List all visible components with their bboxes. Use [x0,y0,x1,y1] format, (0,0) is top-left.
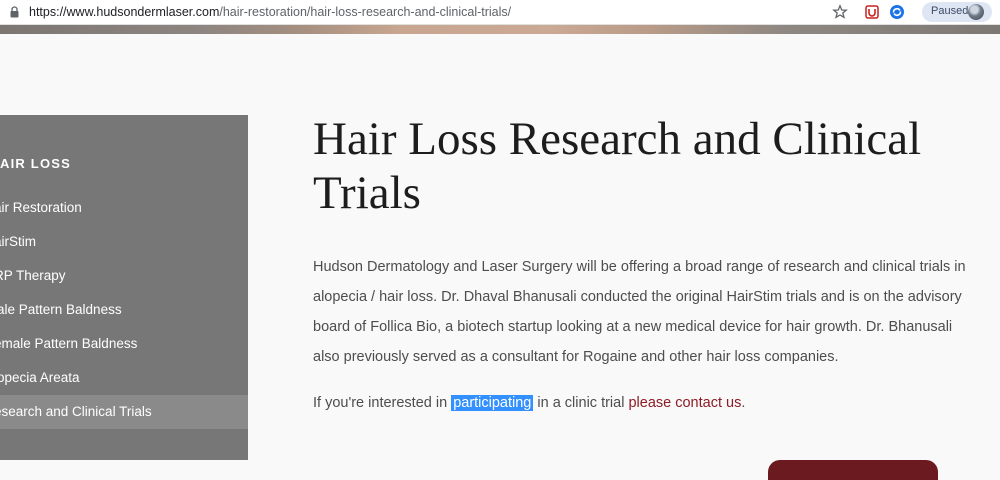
profile-paused-button[interactable]: Paused [922,2,992,22]
sidebar-item-research-clinical-trials[interactable]: esearch and Clinical Trials [0,395,248,429]
lock-icon [10,6,19,18]
sidebar-item-label: airStim [0,234,37,249]
sidebar-item-male-pattern-baldness[interactable]: lale Pattern Baldness [0,293,248,327]
sidebar-item-hairstim[interactable]: airStim [0,225,248,259]
cta-button[interactable] [768,460,938,480]
sidebar-item-label: air Restoration [0,200,82,215]
url-path: /hair-restoration/hair-loss-research-and… [219,5,512,19]
contact-paragraph: If you're interested in participating in… [313,392,978,414]
selected-text: participating [451,395,534,411]
sidebar-item-label: lale Pattern Baldness [0,302,122,317]
sidebar-item-label: lopecia Areata [0,370,80,385]
sidebar-title: AIR LOSS [0,156,71,171]
hero-image [0,25,1000,34]
browser-toolbar: https://www.hudsondermlaser.com/hair-res… [0,0,1000,25]
cta-middle: in a clinic trial [533,395,629,411]
url-domain: https://www.hudsondermlaser.com [29,5,220,19]
paused-label: Paused [931,5,969,17]
intro-paragraph: Hudson Dermatology and Laser Surgery wil… [313,259,966,365]
sidebar-item-label: emale Pattern Baldness [0,336,138,351]
extension-sync-icon[interactable] [889,4,905,20]
sidebar-item-prp-therapy[interactable]: RP Therapy [0,259,248,293]
contact-us-link[interactable]: please contact us [628,395,741,411]
sidebar-item-hair-restoration[interactable]: air Restoration [0,191,248,225]
star-icon[interactable] [832,4,848,20]
sidebar: AIR LOSS air Restoration airStim RP Ther… [0,115,248,460]
page-title: Hair Loss Research and Clinical Trials [313,113,922,219]
sidebar-item-alopecia-areata[interactable]: lopecia Areata [0,361,248,395]
cta-prefix: If you're interested in [313,395,452,411]
avatar [968,4,984,20]
sidebar-item-label: esearch and Clinical Trials [0,404,152,419]
sidebar-item-female-pattern-baldness[interactable]: emale Pattern Baldness [0,327,248,361]
extension-shield-icon[interactable] [864,4,880,20]
address-bar[interactable]: https://www.hudsondermlaser.com/hair-res… [29,5,511,19]
sidebar-item-label: RP Therapy [0,268,66,283]
cta-suffix: . [741,395,746,411]
